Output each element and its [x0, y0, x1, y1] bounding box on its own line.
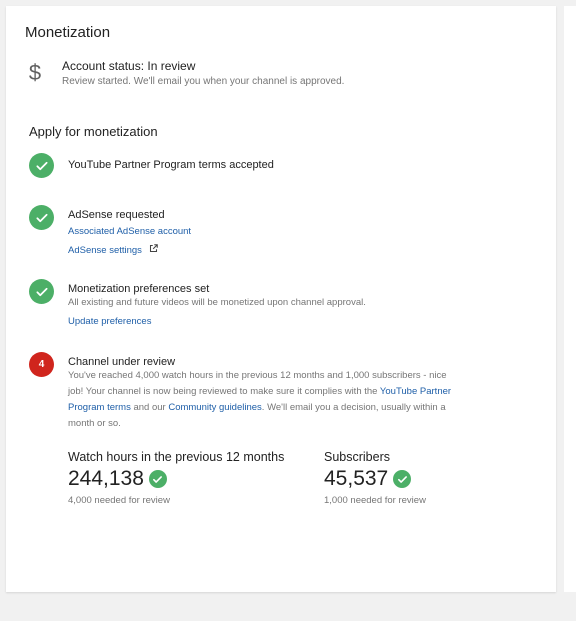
check-circle-icon — [29, 205, 54, 230]
check-circle-icon — [29, 279, 54, 304]
community-guidelines-link[interactable]: Community guidelines — [168, 402, 261, 413]
account-status-message: Review started. We'll email you when you… — [62, 76, 345, 87]
step-heading: AdSense requested — [68, 209, 165, 221]
monetization-card: Monetization $ Account status: In review… — [6, 6, 556, 592]
adjacent-panel — [564, 6, 576, 592]
account-status: Account status: In review Review started… — [62, 59, 344, 87]
associated-adsense-link[interactable]: Associated AdSense account — [68, 224, 191, 240]
account-status-text: Account status: In review — [62, 59, 196, 73]
step-heading: YouTube Partner Program terms accepted — [68, 159, 274, 171]
dollar-icon: $ — [28, 60, 42, 85]
update-preferences-link[interactable]: Update preferences — [68, 314, 151, 330]
stat-label: Subscribers — [324, 450, 390, 464]
external-link-icon — [149, 240, 159, 258]
stat-value: 45,537 — [324, 467, 389, 490]
page-title: Monetization — [25, 24, 111, 41]
step-description: You've reached 4,000 watch hours in the … — [68, 368, 458, 432]
check-circle-icon — [393, 470, 412, 488]
subscribers-stat: Subscribers 45,537 1,000 needed for revi… — [324, 450, 426, 506]
stat-value: 244,138 — [68, 467, 144, 490]
step-heading: Monetization preferences set — [68, 283, 210, 295]
adsense-settings-link[interactable]: AdSense settings — [68, 243, 142, 259]
stat-note: 1,000 needed for review — [324, 495, 426, 506]
apply-section-title: Apply for monetization — [29, 124, 158, 139]
stat-note: 4,000 needed for review — [68, 495, 170, 506]
step-description: All existing and future videos will be m… — [68, 297, 366, 308]
stat-label: Watch hours in the previous 12 months — [68, 450, 285, 464]
check-circle-icon — [148, 470, 167, 488]
desc-text: and our — [130, 402, 169, 413]
step-heading: Channel under review — [68, 356, 176, 368]
check-circle-icon — [29, 153, 54, 178]
watch-hours-stat: Watch hours in the previous 12 months 24… — [68, 450, 284, 506]
step-number-badge: 4 — [29, 352, 54, 377]
